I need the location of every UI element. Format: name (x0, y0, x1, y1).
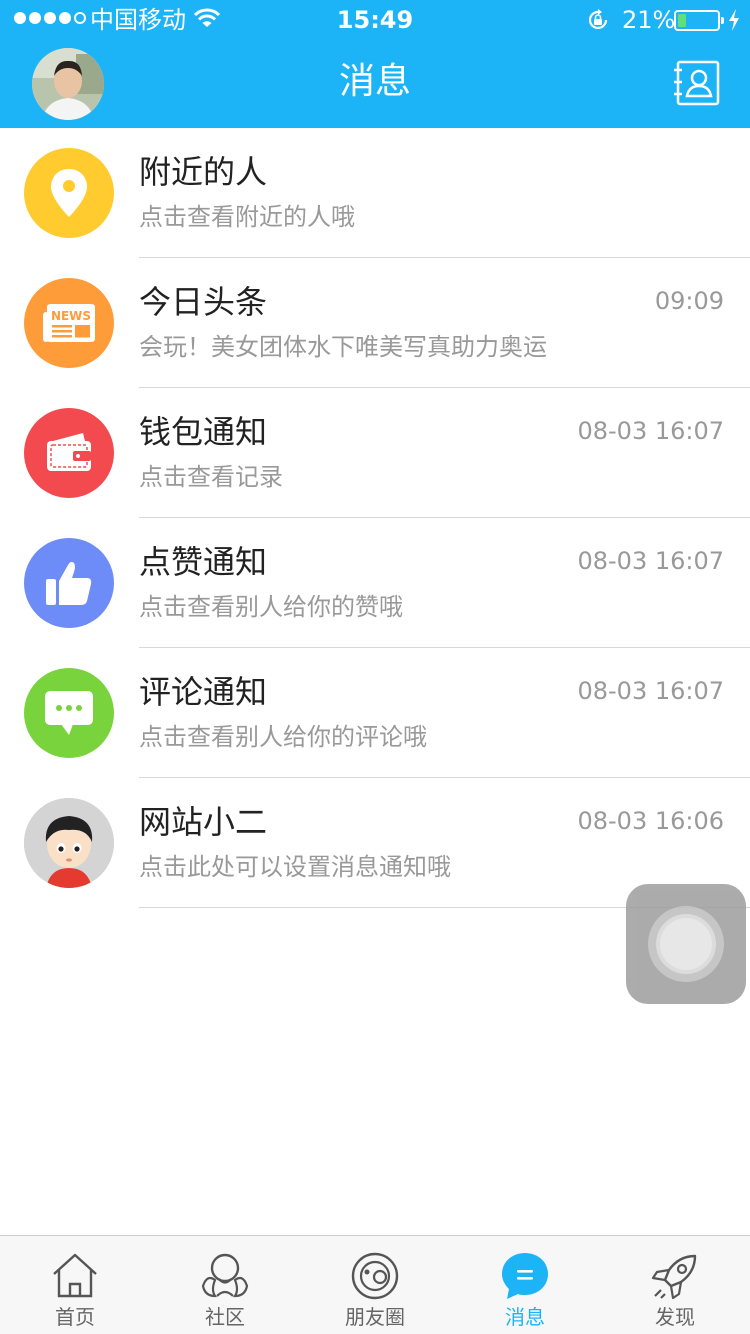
message-bubble-icon (502, 1253, 548, 1299)
message-preview: 点击查看别人给你的赞哦 (139, 593, 403, 621)
charging-icon (729, 9, 739, 31)
tab-discover[interactable]: 发现 (600, 1236, 750, 1334)
message-list: 附近的人 点击查看附近的人哦 NEWS 今日头条 09:09 会玩！美女团体水下… (0, 128, 750, 908)
message-title: 附近的人 (139, 153, 268, 191)
thumbs-up-icon (24, 538, 114, 628)
message-item-wallet[interactable]: 钱包通知 08-03 16:07 点击查看记录 (0, 388, 750, 518)
message-time: 08-03 16:07 (577, 547, 724, 575)
message-preview: 点击此处可以设置消息通知哦 (139, 853, 451, 881)
message-preview: 点击查看别人给你的评论哦 (139, 723, 427, 751)
tab-label: 社区 (205, 1305, 245, 1329)
message-time: 09:09 (654, 287, 724, 315)
battery-percent: 21% (622, 6, 676, 34)
svg-text:NEWS: NEWS (51, 309, 91, 323)
tab-messages[interactable]: 消息 (450, 1236, 600, 1334)
cartoon-avatar-icon (24, 798, 114, 888)
comment-icon (24, 668, 114, 758)
message-preview: 会玩！美女团体水下唯美写真助力奥运 (139, 333, 547, 361)
rocket-icon (651, 1254, 697, 1300)
orientation-lock-icon (588, 9, 608, 30)
tab-moments[interactable]: 朋友圈 (300, 1236, 450, 1334)
top-bar: 中国移动 15:49 21% 消息 (0, 0, 750, 128)
contacts-icon[interactable] (672, 60, 720, 106)
wallet-icon (24, 408, 114, 498)
message-item-nearby[interactable]: 附近的人 点击查看附近的人哦 (0, 128, 750, 258)
message-time: 08-03 16:07 (577, 677, 724, 705)
tab-label: 消息 (505, 1305, 545, 1329)
message-time: 08-03 16:06 (577, 807, 724, 835)
assistive-touch-button[interactable] (626, 884, 746, 1004)
community-icon (201, 1253, 249, 1298)
message-preview: 点击查看附近的人哦 (139, 203, 355, 231)
message-title: 网站小二 (139, 803, 268, 841)
message-item-headlines[interactable]: NEWS 今日头条 09:09 会玩！美女团体水下唯美写真助力奥运 (0, 258, 750, 388)
tab-label: 朋友圈 (345, 1305, 405, 1329)
battery-fill (678, 14, 686, 27)
message-item-likes[interactable]: 点赞通知 08-03 16:07 点击查看别人给你的赞哦 (0, 518, 750, 648)
home-icon (53, 1253, 97, 1298)
tab-label: 首页 (55, 1305, 95, 1329)
bottom-tab-bar: 首页 社区 朋友圈 消息 发现 (0, 1235, 750, 1334)
message-title: 今日头条 (139, 283, 268, 321)
message-item-comments[interactable]: 评论通知 08-03 16:07 点击查看别人给你的评论哦 (0, 648, 750, 778)
tab-home[interactable]: 首页 (0, 1236, 150, 1334)
message-title: 评论通知 (139, 673, 268, 711)
page-title: 消息 (338, 61, 411, 102)
tab-label: 发现 (655, 1305, 695, 1329)
battery-icon (674, 10, 724, 31)
message-title: 点赞通知 (139, 543, 268, 581)
message-title: 钱包通知 (139, 413, 268, 451)
location-pin-icon (24, 148, 114, 238)
message-preview: 点击查看记录 (139, 463, 283, 491)
message-time: 08-03 16:07 (577, 417, 724, 445)
news-icon: NEWS (24, 278, 114, 368)
moments-icon (351, 1252, 399, 1300)
tab-community[interactable]: 社区 (150, 1236, 300, 1334)
status-bar: 中国移动 15:49 21% (0, 0, 750, 40)
